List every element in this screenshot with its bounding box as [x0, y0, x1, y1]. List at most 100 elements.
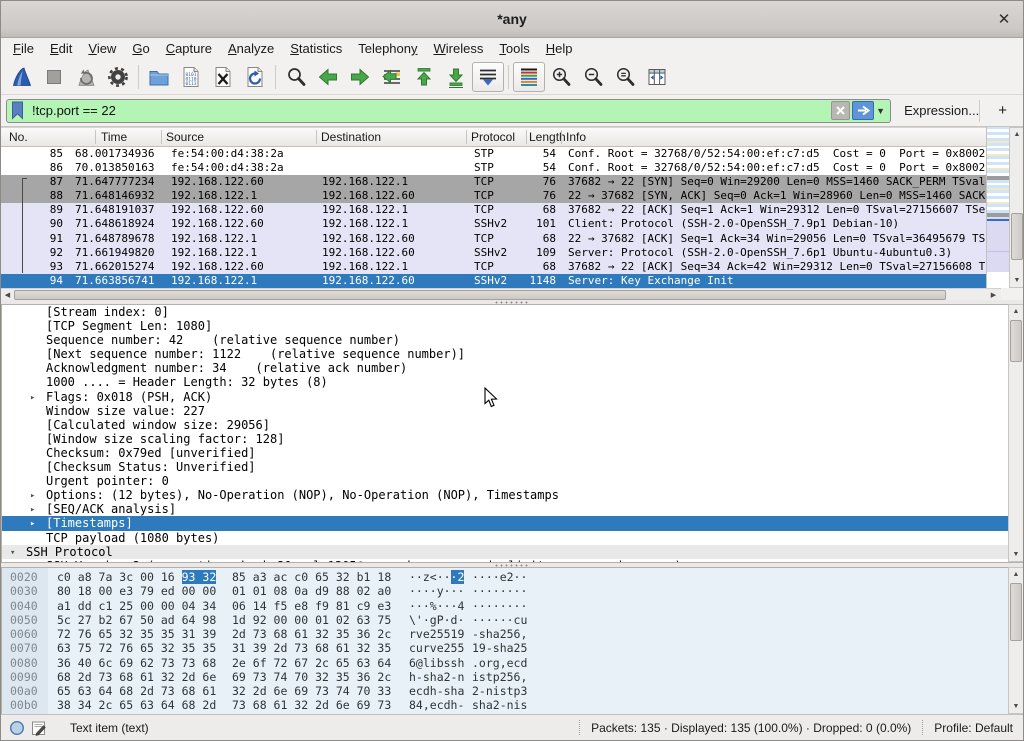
titlebar[interactable]: *any ✕ [1, 1, 1023, 38]
hex-row-00b0[interactable]: 00b038 34 2c 65 63 64 68 2d73 68 61 32 2… [2, 698, 1024, 712]
expert-info-icon[interactable] [9, 720, 25, 736]
details-vscrollbar[interactable]: ▲ ▼ [1008, 304, 1024, 562]
zoom-in-button[interactable] [545, 62, 577, 92]
detail-line[interactable]: [Checksum Status: Unverified] [2, 460, 1008, 474]
reload-file-button[interactable] [239, 62, 271, 92]
detail-line[interactable]: Sequence number: 42 (relative sequence n… [2, 333, 1008, 347]
scroll-up-icon[interactable]: ▲ [1009, 305, 1023, 318]
hex-vscrollbar[interactable]: ▲ ▼ [1008, 567, 1024, 714]
scroll-down-icon[interactable]: ▼ [1009, 548, 1023, 561]
column-header-source[interactable]: Source [166, 130, 204, 144]
apply-filter-button[interactable] [852, 101, 874, 120]
detail-line[interactable]: [Stream index: 0] [2, 305, 1008, 319]
packet-row-93[interactable]: 9371.662015274192.168.122.60192.168.122.… [1, 260, 986, 274]
window-close-icon[interactable]: ✕ [994, 9, 1014, 29]
hex-dump-pane[interactable]: 0020c0 a8 7a 3c 00 16 93 3285 a3 ac c0 6… [1, 567, 1024, 715]
capture-comment-icon[interactable] [31, 720, 47, 736]
column-header-no[interactable]: No. [9, 130, 28, 144]
scrollbar-thumb[interactable] [1010, 583, 1022, 641]
packet-list-vscrollbar[interactable]: ▲ ▼ [1009, 127, 1024, 288]
packet-list[interactable]: 8568.001734936fe:54:00:d4:38:2aSTP54Conf… [1, 147, 986, 288]
go-last-packet-button[interactable] [440, 62, 472, 92]
scrollbar-thumb[interactable] [14, 290, 946, 300]
detail-line[interactable]: [Window size scaling factor: 128] [2, 432, 1008, 446]
packet-row-85[interactable]: 8568.001734936fe:54:00:d4:38:2aSTP54Conf… [1, 147, 986, 161]
scroll-down-icon[interactable]: ▼ [1010, 274, 1024, 287]
detail-line[interactable]: [Next sequence number: 1122 (relative se… [2, 347, 1008, 361]
hex-row-0060[interactable]: 006072 76 65 32 35 35 31 392d 73 68 61 3… [2, 627, 1024, 641]
detail-line[interactable]: ▸[Timestamps] [2, 516, 1008, 530]
add-filter-button[interactable]: + [990, 102, 1015, 119]
scrollbar-thumb[interactable] [1010, 320, 1022, 362]
status-profile[interactable]: Profile: Default [934, 721, 1013, 735]
packet-row-87[interactable]: 8771.647777234192.168.122.60192.168.122.… [1, 175, 986, 189]
scrollbar-thumb[interactable] [1011, 213, 1023, 260]
filter-history-caret[interactable]: ▼ [874, 101, 887, 120]
hex-row-0040[interactable]: 0040a1 dd c1 25 00 00 04 3406 14 f5 e8 f… [2, 599, 1024, 613]
resize-columns-button[interactable] [641, 62, 673, 92]
menu-view[interactable]: View [80, 39, 124, 58]
column-header-protocol[interactable]: Protocol [471, 130, 515, 144]
column-separator[interactable] [466, 130, 467, 144]
go-first-packet-button[interactable] [408, 62, 440, 92]
column-separator[interactable] [95, 130, 96, 144]
hex-row-0050[interactable]: 00505c 27 b2 67 50 ad 64 981d 92 00 00 0… [2, 613, 1024, 627]
detail-line[interactable]: Urgent pointer: 0 [2, 474, 1008, 488]
auto-scroll-toggle[interactable] [472, 62, 504, 92]
restart-capture-button[interactable] [70, 62, 102, 92]
save-file-button[interactable]: 010101100113 [175, 62, 207, 92]
collapsed-arrow-icon[interactable]: ▸ [30, 489, 35, 503]
menu-statistics[interactable]: Statistics [282, 39, 350, 58]
packet-row-92[interactable]: 9271.661949820192.168.122.1192.168.122.6… [1, 246, 986, 260]
detail-line[interactable]: Window size value: 227 [2, 404, 1008, 418]
detail-line[interactable]: ▾SSH Protocol [2, 545, 1008, 559]
menu-help[interactable]: Help [538, 39, 581, 58]
hex-row-0090[interactable]: 009068 2d 73 68 61 32 2d 6e69 73 74 70 3… [2, 670, 1024, 684]
detail-line[interactable]: ▸Options: (12 bytes), No-Operation (NOP)… [2, 488, 1008, 502]
find-packet-button[interactable] [280, 62, 312, 92]
packet-list-header[interactable]: No.TimeSourceDestinationProtocolLengthIn… [1, 127, 986, 147]
collapsed-arrow-icon[interactable]: ▸ [30, 517, 35, 531]
column-separator[interactable] [526, 130, 527, 144]
display-filter-input[interactable]: !tcp.port == 22 ▼ [6, 99, 891, 123]
expression-button[interactable]: Expression... [904, 103, 979, 118]
filter-text[interactable]: !tcp.port == 22 [25, 103, 831, 118]
menu-edit[interactable]: Edit [42, 39, 80, 58]
detail-line[interactable]: ▸Flags: 0x018 (PSH, ACK) [2, 390, 1008, 404]
collapsed-arrow-icon[interactable]: ▸ [30, 391, 35, 405]
hex-row-0080[interactable]: 008036 40 6c 69 62 73 73 682e 6f 72 67 2… [2, 656, 1024, 670]
menu-file[interactable]: File [5, 39, 42, 58]
scroll-down-icon[interactable]: ▼ [1009, 700, 1023, 713]
open-file-button[interactable] [143, 62, 175, 92]
go-forward-button[interactable] [344, 62, 376, 92]
menu-wireless[interactable]: Wireless [426, 39, 492, 58]
column-separator[interactable] [161, 130, 162, 144]
bookmark-icon[interactable] [10, 101, 25, 120]
zoom-reset-button[interactable] [609, 62, 641, 92]
zoom-out-button[interactable] [577, 62, 609, 92]
start-capture-button[interactable] [6, 62, 38, 92]
scroll-up-icon[interactable]: ▲ [1010, 128, 1024, 141]
detail-line[interactable]: 1000 .... = Header Length: 32 bytes (8) [2, 375, 1008, 389]
column-header-destination[interactable]: Destination [321, 130, 381, 144]
intelligent-scrollbar-map[interactable] [986, 127, 1009, 288]
column-separator[interactable] [316, 130, 317, 144]
packet-row-94[interactable]: 9471.663856741192.168.122.1192.168.122.6… [1, 274, 986, 288]
colorize-toggle[interactable] [513, 62, 545, 92]
menu-tools[interactable]: Tools [491, 39, 537, 58]
detail-line[interactable]: Checksum: 0x79ed [unverified] [2, 446, 1008, 460]
menu-capture[interactable]: Capture [158, 39, 220, 58]
hex-row-00a0[interactable]: 00a065 63 64 68 2d 73 68 6132 2d 6e 69 7… [2, 684, 1024, 698]
detail-line[interactable]: ▸[SEQ/ACK analysis] [2, 502, 1008, 516]
go-to-packet-button[interactable] [376, 62, 408, 92]
expanded-arrow-icon[interactable]: ▾ [10, 546, 15, 560]
hex-row-0030[interactable]: 003080 18 00 e3 79 ed 00 0001 01 08 0a d… [2, 584, 1024, 598]
menu-telephony[interactable]: Telephony [350, 39, 425, 58]
clear-filter-button[interactable] [831, 101, 850, 120]
column-separator[interactable] [561, 130, 562, 144]
column-header-time[interactable]: Time [101, 130, 127, 144]
packet-row-91[interactable]: 9171.648789678192.168.122.1192.168.122.6… [1, 232, 986, 246]
hex-row-0020[interactable]: 0020c0 a8 7a 3c 00 16 93 3285 a3 ac c0 6… [2, 570, 1024, 584]
packet-row-90[interactable]: 9071.648618924192.168.122.60192.168.122.… [1, 217, 986, 231]
stop-capture-button[interactable] [38, 62, 70, 92]
